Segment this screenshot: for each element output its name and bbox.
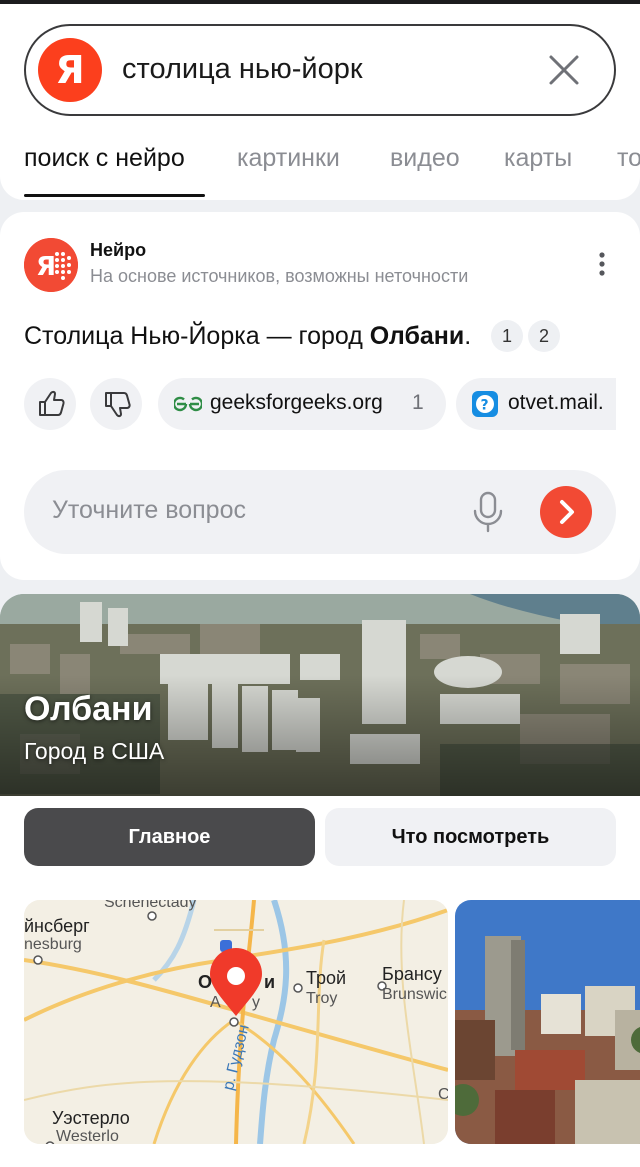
search-query-text[interactable]: столица нью-йорк xyxy=(122,50,363,88)
submit-button[interactable] xyxy=(540,486,592,538)
map-label-schenectady: Schenectady xyxy=(104,900,197,911)
close-icon[interactable] xyxy=(546,52,582,88)
source-label: otvet.mail. xyxy=(508,391,604,414)
more-options-icon[interactable] xyxy=(590,250,614,278)
answer-highlight[interactable]: Олбани xyxy=(370,322,464,350)
tab-images[interactable]: картинки xyxy=(237,142,340,174)
map-label-westerlo-ru: Уэстерло xyxy=(52,1108,130,1128)
answer-suffix: . xyxy=(464,322,472,350)
like-button[interactable] xyxy=(24,378,76,430)
geeksforgeeks-icon xyxy=(174,396,202,412)
map-label-c: C xyxy=(438,1086,448,1103)
source-label: geeksforgeeks.org xyxy=(210,391,383,414)
reference-badge-1[interactable]: 1 xyxy=(491,320,523,352)
map-label-brunswick-ru: Брансу xyxy=(382,964,442,984)
map-label-albany-ru-end: и xyxy=(264,972,276,992)
yandex-logo[interactable]: Я xyxy=(38,38,102,102)
entity-title: Олбани xyxy=(24,690,153,728)
map-label-troy-en: Troy xyxy=(306,990,338,1007)
map-label-albany-en: A xyxy=(210,994,221,1011)
reference-badge-2[interactable]: 2 xyxy=(528,320,560,352)
neuro-name: Нейро xyxy=(90,240,147,260)
chevron-right-icon xyxy=(560,500,574,524)
svg-text:?: ? xyxy=(481,398,489,414)
refine-placeholder: Уточните вопрос xyxy=(52,496,246,524)
thumbs-down-icon xyxy=(105,392,131,418)
thumbs-up-icon xyxy=(39,390,65,416)
neuro-answer-card: Я Нейро На основе источников, возможны н… xyxy=(0,212,640,580)
search-input[interactable]: Я столица нью-йорк xyxy=(24,24,616,116)
city-map[interactable]: Schenectady йнсберг nesburg О и A y Трой… xyxy=(24,900,448,1144)
neuro-disclaimer: На основе источников, возможны неточност… xyxy=(90,266,469,286)
map-label-albany-ru: О xyxy=(198,972,213,992)
tab-more[interactable]: то xyxy=(617,142,640,174)
map-label-westerlo-en: Westerlo xyxy=(56,1128,119,1144)
map-label-ginsberg-ru: йнсберг xyxy=(24,916,90,936)
search-header: Я столица нью-йорк поиск с нейро картинк… xyxy=(0,4,640,200)
neuro-logo-icon: Я xyxy=(24,238,78,292)
tab-neuro-search[interactable]: поиск с нейро xyxy=(24,142,185,174)
source-chip-geeksforgeeks[interactable]: geeksforgeeks.org 1 xyxy=(158,378,446,430)
tab-video[interactable]: видео xyxy=(390,142,460,174)
city-photo[interactable] xyxy=(455,900,640,1144)
svg-text:Я: Я xyxy=(36,252,56,282)
segment-main[interactable]: Главное xyxy=(24,808,315,866)
segment-what-to-see[interactable]: Что посмотреть xyxy=(325,808,616,866)
source-count: 1 xyxy=(412,391,424,414)
entity-subtitle: Город в США xyxy=(24,738,165,764)
dislike-button[interactable] xyxy=(90,378,142,430)
search-tabs: поиск с нейро картинки видео карты то xyxy=(0,138,640,200)
map-label-troy-ru: Трой xyxy=(306,968,347,988)
map-label-brunswick-en: Brunswic xyxy=(382,986,447,1003)
map-label-albany-en-end: y xyxy=(252,994,260,1011)
refine-question-input[interactable]: Уточните вопрос xyxy=(24,470,616,554)
answer-prefix: Столица Нью-Йорка — город xyxy=(24,322,370,350)
otvet-mail-icon: ? xyxy=(472,391,498,417)
microphone-icon[interactable] xyxy=(470,490,506,534)
entity-hero-image[interactable]: Олбани Город в США xyxy=(0,594,640,796)
source-chip-otvet-mail[interactable]: ? otvet.mail. xyxy=(456,378,616,430)
map-label-ginsberg-en: nesburg xyxy=(24,936,82,953)
neuro-answer-text: Столица Нью-Йорка — город Олбани. xyxy=(24,320,471,352)
tab-maps[interactable]: карты xyxy=(504,142,572,174)
city-skyline-photo xyxy=(455,900,640,1144)
active-tab-indicator xyxy=(24,194,205,197)
entity-details: Главное Что посмотреть Schenectady йнсбе… xyxy=(0,796,640,1167)
